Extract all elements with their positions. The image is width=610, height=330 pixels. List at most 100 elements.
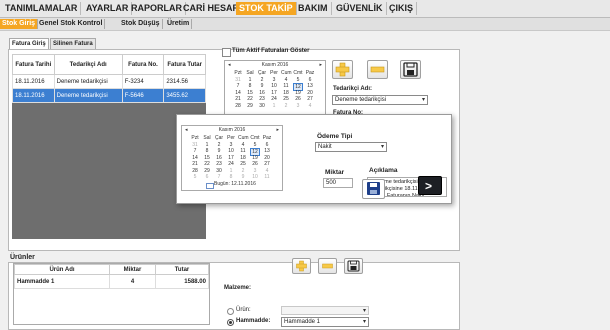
- calendar-day[interactable]: 8: [226, 174, 236, 180]
- today-label[interactable]: Bugün: 12.11.2016: [214, 181, 256, 187]
- calendar-day[interactable]: 11: [262, 174, 272, 180]
- calendar-day[interactable]: 23: [214, 161, 224, 167]
- raw-material-select[interactable]: Hammadde 1: [281, 317, 369, 327]
- calendar-day[interactable]: 25: [238, 161, 248, 167]
- calendar-day[interactable]: 13: [305, 83, 315, 89]
- calendar-day[interactable]: 20: [305, 90, 315, 96]
- submenu-stok-dusus[interactable]: Stok Düşüş: [119, 19, 163, 29]
- menu-cikis[interactable]: ÇIKIŞ: [386, 2, 418, 15]
- calendar-day[interactable]: 17: [226, 155, 236, 161]
- calendar-day[interactable]: 9: [257, 83, 267, 89]
- calendar-day[interactable]: 30: [214, 168, 224, 174]
- amount-input[interactable]: 500: [323, 178, 353, 188]
- calendar-day[interactable]: 18: [281, 90, 291, 96]
- calendar-day[interactable]: 24: [226, 161, 236, 167]
- calendar-day[interactable]: 24: [269, 96, 279, 102]
- remove-product-button[interactable]: [318, 258, 337, 274]
- calendar-day[interactable]: 28: [233, 103, 243, 109]
- calendar-day[interactable]: 16: [257, 90, 267, 96]
- calendar-day[interactable]: 4: [262, 168, 272, 174]
- calendar-day[interactable]: 17: [269, 90, 279, 96]
- calendar-day[interactable]: 10: [250, 174, 260, 180]
- calendar-day[interactable]: 9: [238, 174, 248, 180]
- calendar-day[interactable]: 16: [214, 155, 224, 161]
- calendar-day[interactable]: 18: [238, 155, 248, 161]
- raw-material-radio[interactable]: [227, 319, 234, 326]
- submenu-stok-giris[interactable]: Stok Giriş: [0, 19, 39, 29]
- invoice-date-calendar[interactable]: ◂ Kasım 2016 ▸ Pzt Sal Çar Per Cum Cmt Paz 31 1 2…: [224, 60, 326, 122]
- calendar-next-icon[interactable]: ▸: [319, 61, 322, 69]
- calendar-day[interactable]: 2: [238, 168, 248, 174]
- calendar-prev-icon[interactable]: ◂: [185, 126, 188, 134]
- submenu-genel-stok-kontrol[interactable]: Genel Stok Kontrol: [37, 19, 106, 29]
- column-header-total[interactable]: Tutar: [154, 264, 210, 275]
- calendar-day[interactable]: 10: [269, 83, 279, 89]
- menu-tanimlamalar[interactable]: TANIMLAMALAR: [2, 2, 82, 15]
- supplier-select[interactable]: Deneme tedarikçisi: [332, 95, 428, 105]
- calendar-day[interactable]: 19: [250, 155, 260, 161]
- show-all-checkbox[interactable]: [222, 48, 231, 57]
- popup-save-button[interactable]: [362, 179, 385, 199]
- product-radio[interactable]: [227, 308, 234, 315]
- menu-stok-takip[interactable]: STOK TAKİP: [236, 2, 297, 15]
- calendar-day[interactable]: 29: [245, 103, 255, 109]
- menu-cari-hesap[interactable]: CARİ HESAP: [180, 2, 243, 15]
- calendar-day[interactable]: 3: [226, 142, 236, 148]
- calendar-day[interactable]: 11: [281, 83, 291, 89]
- column-header-quantity[interactable]: Miktar: [109, 264, 156, 275]
- calendar-day[interactable]: 5: [293, 77, 303, 83]
- calendar-day[interactable]: 4: [281, 77, 291, 83]
- calendar-day[interactable]: 10: [226, 148, 236, 154]
- save-button[interactable]: [400, 60, 421, 79]
- calendar-day[interactable]: 7: [190, 148, 200, 154]
- calendar-day[interactable]: 31: [190, 142, 200, 148]
- calendar-day[interactable]: 22: [202, 161, 212, 167]
- calendar-day[interactable]: 1: [245, 77, 255, 83]
- product-select[interactable]: [281, 306, 369, 315]
- menu-raporlar[interactable]: RAPORLAR: [128, 2, 186, 15]
- menu-ayarlar[interactable]: AYARLAR: [83, 2, 133, 15]
- calendar-day[interactable]: 9: [214, 148, 224, 154]
- payment-type-select[interactable]: Nakit: [315, 142, 387, 152]
- add-button[interactable]: [332, 60, 353, 79]
- column-header-product[interactable]: Ürün Adı: [13, 264, 111, 275]
- calendar-day[interactable]: 1: [202, 142, 212, 148]
- menu-bakim[interactable]: BAKIM: [295, 2, 332, 15]
- menu-guvenlik[interactable]: GÜVENLİK: [333, 2, 387, 15]
- calendar-day[interactable]: 2: [281, 103, 291, 109]
- calendar-day[interactable]: 14: [233, 90, 243, 96]
- calendar-day[interactable]: 6: [202, 174, 212, 180]
- column-header-supplier[interactable]: Tedarikçi Adı: [53, 54, 123, 75]
- calendar-day[interactable]: 7: [233, 83, 243, 89]
- calendar-day[interactable]: 27: [305, 96, 315, 102]
- calendar-day[interactable]: 21: [190, 161, 200, 167]
- calendar-day[interactable]: 26: [293, 96, 303, 102]
- calendar-day[interactable]: 3: [293, 103, 303, 109]
- calendar-day[interactable]: 1: [269, 103, 279, 109]
- submenu-uretim[interactable]: Üretim: [165, 19, 193, 29]
- add-product-button[interactable]: [292, 258, 311, 274]
- calendar-day[interactable]: 8: [202, 148, 212, 154]
- calendar-day[interactable]: 27: [262, 161, 272, 167]
- calendar-day[interactable]: 14: [190, 155, 200, 161]
- calendar-day[interactable]: 20: [262, 155, 272, 161]
- calendar-day[interactable]: 21: [233, 96, 243, 102]
- table-row[interactable]: Hammadde 1 4 1588.00: [13, 274, 210, 289]
- calendar-day[interactable]: 7: [214, 174, 224, 180]
- calendar-day[interactable]: 30: [257, 103, 267, 109]
- calendar-next-icon[interactable]: ▸: [276, 126, 279, 134]
- table-row-selected[interactable]: 18.11.2016 Deneme tedarikçisi F-5646 345…: [12, 88, 206, 103]
- calendar-day[interactable]: 15: [202, 155, 212, 161]
- calendar-day[interactable]: 5: [190, 174, 200, 180]
- calendar-day[interactable]: 15: [245, 90, 255, 96]
- calendar-day[interactable]: 5: [250, 142, 260, 148]
- calendar-day[interactable]: 11: [238, 148, 248, 154]
- calendar-day[interactable]: 29: [202, 168, 212, 174]
- popup-calendar[interactable]: ◂ Kasım 2016 ▸ Pzt Sal Çar Per Cum Cmt Paz 31 1 2…: [181, 125, 283, 191]
- calendar-day[interactable]: 8: [245, 83, 255, 89]
- save-product-button[interactable]: [344, 258, 363, 274]
- tab-silinen-fatura[interactable]: Silinen Fatura: [50, 38, 96, 49]
- calendar-day[interactable]: 6: [305, 77, 315, 83]
- calendar-day[interactable]: 25: [281, 96, 291, 102]
- remove-button[interactable]: [367, 60, 388, 79]
